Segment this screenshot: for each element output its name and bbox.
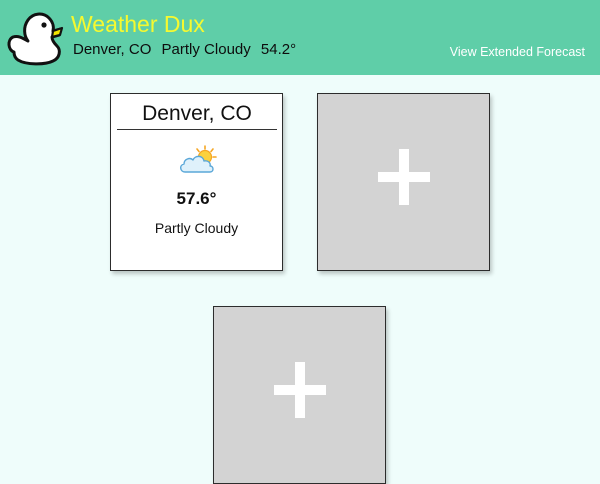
plus-icon (378, 149, 430, 205)
duck-icon (7, 12, 64, 66)
add-city-card[interactable] (317, 93, 490, 271)
card-temperature: 57.6° (176, 189, 217, 208)
card-condition: Partly Cloudy (154, 220, 239, 236)
plus-icon (274, 362, 326, 418)
view-extended-forecast-link[interactable]: View Extended Forecast (450, 43, 585, 61)
app-title: Weather Dux (71, 11, 205, 37)
current-temperature: 54.2° (260, 41, 297, 58)
current-city: Denver, CO (73, 41, 152, 58)
add-city-card[interactable] (213, 306, 386, 484)
current-conditions: Denver, CO Partly Cloudy 54.2° (73, 40, 302, 60)
partly-cloudy-icon (180, 145, 217, 173)
card-city-name: Denver, CO (117, 101, 277, 130)
current-condition: Partly Cloudy (161, 41, 251, 58)
app-header: Weather Dux Denver, CO Partly Cloudy 54.… (0, 0, 600, 75)
city-weather-card[interactable]: Denver, CO 57.6° Partly Cloudy (110, 93, 283, 271)
